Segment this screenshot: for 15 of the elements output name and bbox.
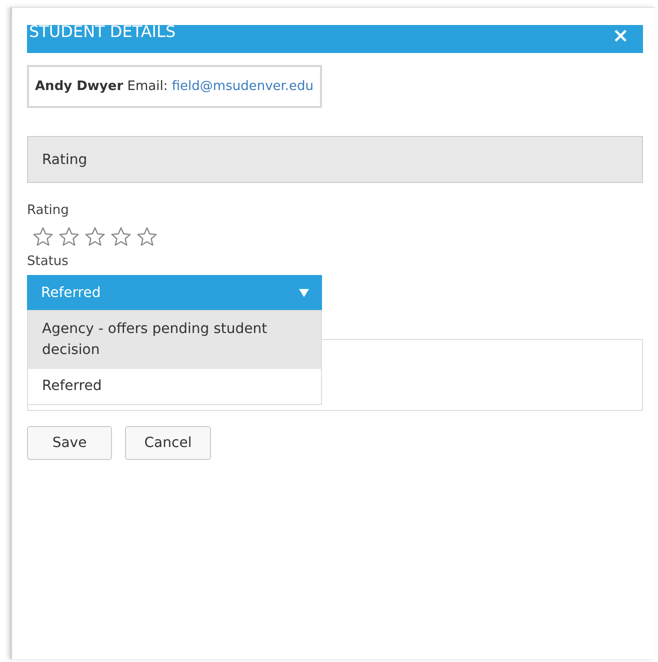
star-icon[interactable] xyxy=(110,226,132,248)
star-icon[interactable] xyxy=(58,226,80,248)
email-link[interactable]: field@msudenver.edu xyxy=(172,79,314,94)
caret-icon xyxy=(298,288,310,298)
cancel-button[interactable]: Cancel xyxy=(125,426,211,460)
star-icon[interactable] xyxy=(84,226,106,248)
dropdown-option[interactable]: Agency - offers pending student decision xyxy=(28,311,321,369)
student-info: Andy Dwyer Email: field@msudenver.edu xyxy=(27,65,322,108)
save-button[interactable]: Save xyxy=(27,426,112,460)
section-header: Rating xyxy=(27,136,643,183)
dialog-title: STUDENT DETAILS xyxy=(29,25,176,40)
rating-label: Rating xyxy=(27,203,70,218)
status-label: Status xyxy=(27,254,70,269)
star-icon[interactable] xyxy=(32,226,54,248)
star-icon[interactable] xyxy=(136,226,158,248)
